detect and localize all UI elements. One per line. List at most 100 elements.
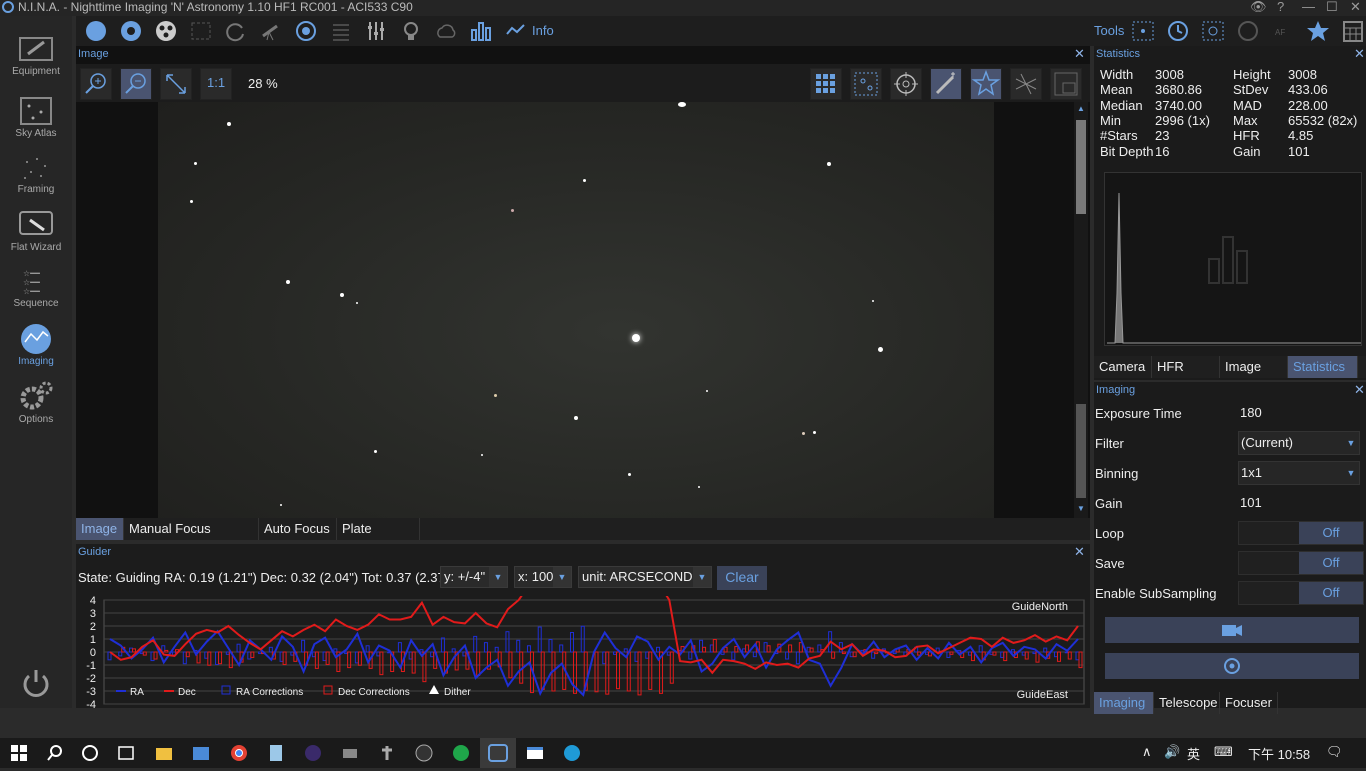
ascom-icon[interactable] [378,744,396,762]
grid-overlay-button[interactable] [810,68,842,100]
sidebar-item-sky-atlas[interactable]: Sky Atlas [0,94,72,150]
star-icon[interactable] [1306,20,1330,42]
save-toggle[interactable]: Off [1238,551,1364,575]
sidebar-item-equipment[interactable]: Equipment [0,34,72,90]
maximize-button[interactable]: ☐ [1326,0,1338,14]
filter-wheel-icon[interactable] [154,20,178,42]
app-icon[interactable] [192,744,210,762]
actual-size-button[interactable]: 1:1 [200,68,232,100]
tab-image[interactable]: Image [76,518,124,540]
focuser-icon[interactable] [189,20,213,42]
help-icon[interactable]: ? [1277,0,1284,14]
x-scale-select[interactable]: x: 100 ▼ [514,566,572,588]
info-label[interactable]: Info [532,23,554,38]
bahtinov-button[interactable] [1010,68,1042,100]
sequence-list-icon[interactable] [329,20,353,42]
tab-manual-focus-targets[interactable]: Manual Focus Targets [124,518,259,557]
close-icon[interactable]: ✕ [1074,46,1085,62]
scroll-thumb[interactable] [1076,404,1086,498]
clear-button[interactable]: Clear [717,566,767,590]
telescope-icon[interactable] [259,20,283,42]
tab-imaging[interactable]: Imaging [1094,692,1154,714]
star-detection-button[interactable] [850,68,882,100]
edge-icon[interactable] [563,744,581,762]
unit-select[interactable]: unit: ARCSECONDS ▼ [578,566,712,588]
tab-image-histogram[interactable]: Image His [1220,356,1288,395]
power-icon[interactable] [20,666,52,698]
clock[interactable]: 下午 10:58 [1248,744,1310,763]
eye-icon[interactable]: 👁 [1250,0,1267,14]
calculator-icon[interactable] [1341,20,1365,42]
info-icon[interactable] [504,20,528,42]
history-icon[interactable] [1166,20,1190,42]
tab-telescope[interactable]: Telescope [1154,692,1220,714]
close-icon[interactable]: ✕ [1354,46,1365,62]
binning-select[interactable]: 1x1 ▼ [1238,461,1360,485]
rotator-icon[interactable] [224,20,248,42]
y-scale-select[interactable]: y: +/-4" ▼ [440,566,508,588]
scroll-up-icon[interactable]: ▲ [1077,104,1085,113]
zoom-in-button[interactable] [80,68,112,100]
weather-icon[interactable] [434,20,458,42]
sidebar-item-options[interactable]: Options [0,378,72,434]
tab-hfr-histo[interactable]: HFR Histo [1152,356,1220,395]
captured-image[interactable] [158,102,994,518]
tab-focuser[interactable]: Focuser [1220,692,1278,714]
crosshair-button[interactable] [890,68,922,100]
tab-statistics[interactable]: Statistics [1288,356,1358,378]
volume-icon[interactable]: 🔊 [1164,744,1180,760]
notepad-icon[interactable] [267,744,285,762]
tab-auto-focus[interactable]: Auto Focus [259,518,337,540]
bar-chart-icon[interactable] [469,20,493,42]
tab-camera[interactable]: Camera [1094,356,1152,378]
scroll-down-icon[interactable]: ▼ [1077,504,1085,513]
search-icon[interactable] [46,744,64,762]
guider-icon[interactable] [294,20,318,42]
subsampling-toggle[interactable]: Off [1238,581,1364,605]
close-button[interactable]: ✕ [1350,0,1361,14]
sidebar-item-imaging[interactable]: Imaging [0,322,72,378]
cortana-icon[interactable] [81,744,99,762]
zoom-out-button[interactable] [120,68,152,100]
sidebar-item-flat-wizard[interactable]: Flat Wizard [0,208,72,264]
sidebar-item-framing[interactable]: Framing [0,152,72,208]
switch-icon[interactable] [364,20,388,42]
star-detection-icon[interactable] [1131,20,1155,42]
window-icon[interactable] [526,744,544,762]
phd-icon[interactable] [415,744,433,762]
windows-start-icon[interactable] [10,744,28,762]
gain-input[interactable]: 101 [1240,495,1262,510]
file-explorer-icon[interactable] [155,744,173,762]
chrome-icon[interactable] [230,744,248,762]
exposure-time-input[interactable]: 180 [1240,405,1262,420]
close-icon[interactable]: ✕ [1074,544,1085,560]
crop-button[interactable] [1050,68,1082,100]
connect-icon[interactable] [84,20,108,42]
polar-align-icon[interactable] [1236,20,1260,42]
autofocus-icon[interactable]: AF [1271,20,1295,42]
stellarium-icon[interactable] [304,744,322,762]
hfr-icon[interactable] [1201,20,1225,42]
notifications-icon[interactable]: 🗨 [1326,744,1343,760]
camera-shutter-icon[interactable] [119,20,143,42]
chevron-up-icon[interactable]: ∧ [1142,744,1152,760]
task-view-icon[interactable] [117,744,135,762]
ime-indicator[interactable]: 英 [1187,744,1200,763]
minimize-button[interactable]: — [1302,0,1315,14]
fit-to-screen-button[interactable] [160,68,192,100]
scroll-thumb[interactable] [1076,120,1086,214]
tab-plate-solving[interactable]: Plate Solving [337,518,420,557]
close-icon[interactable]: ✕ [1354,382,1365,398]
annotate-stars-button[interactable] [970,68,1002,100]
start-sequence-button[interactable] [1105,617,1359,643]
snapshot-button[interactable] [1105,653,1359,679]
keyboard-icon[interactable]: ⌨ [1214,744,1233,760]
nina-taskbar-button[interactable] [480,738,516,768]
green-app-icon[interactable] [452,744,470,762]
loop-toggle[interactable]: Off [1238,521,1364,545]
auto-stretch-button[interactable] [930,68,962,100]
image-vertical-scrollbar[interactable]: ▲ ▼ [1074,102,1088,518]
flat-panel-icon[interactable] [399,20,423,42]
filter-select[interactable]: (Current) ▼ [1238,431,1360,455]
sidebar-item-sequence[interactable]: ☆━━ ☆━━ ☆━━ Sequence [0,266,72,322]
